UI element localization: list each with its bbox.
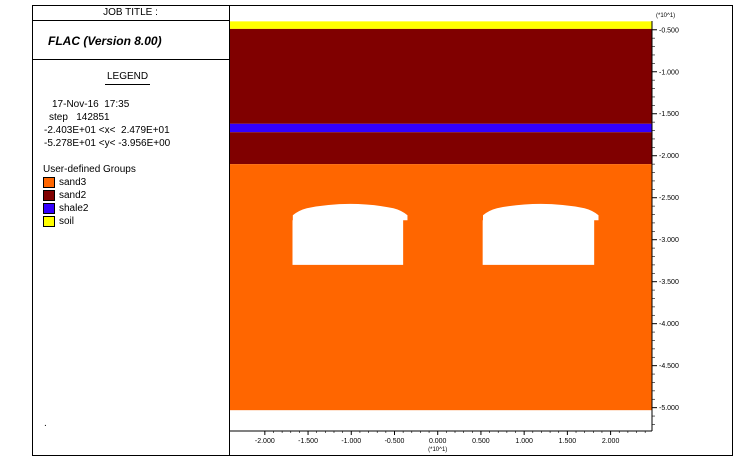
y-tick-label: -1.500 (659, 111, 679, 118)
y-tick-label: -1.000 (659, 69, 679, 76)
layer-shale2-2 (230, 123, 652, 133)
x-tick-label: -2.000 (255, 438, 275, 445)
y-tick-label: -5.000 (659, 405, 679, 412)
x-tick-label: -0.500 (385, 438, 405, 445)
model-plot: -2.000 -1.500 -1.000 -0.500 0.000 0.500 1.000 1… (230, 13, 679, 453)
x-tick-label: -1.000 (341, 438, 361, 445)
layer-sand3-4 (230, 164, 652, 411)
layer-sand2-3 (230, 132, 652, 165)
opening-2 (482, 203, 599, 265)
x-tick-label: 1.000 (515, 438, 533, 445)
y-tick-label: -4.500 (659, 363, 679, 370)
x-tick-label: 1.500 (559, 438, 577, 445)
y-axis-multiplier: (*10^1) (656, 13, 675, 19)
x-tick-label: 2.000 (602, 438, 620, 445)
x-axis-multiplier: (*10^1) (428, 447, 447, 453)
y-tick-label: -2.000 (659, 153, 679, 160)
x-tick-label: -1.500 (298, 438, 318, 445)
x-tick-label: 0.000 (429, 438, 447, 445)
y-tick-label: -3.500 (659, 279, 679, 286)
layer-sand2-1 (230, 28, 652, 124)
y-tick-label: -2.500 (659, 195, 679, 202)
layer-soil-0 (230, 21, 652, 29)
y-tick-label: -3.000 (659, 237, 679, 244)
x-tick-label: 0.500 (472, 438, 490, 445)
y-tick-label: -0.500 (659, 27, 679, 34)
opening-1 (292, 203, 408, 265)
y-tick-label: -4.000 (659, 321, 679, 328)
